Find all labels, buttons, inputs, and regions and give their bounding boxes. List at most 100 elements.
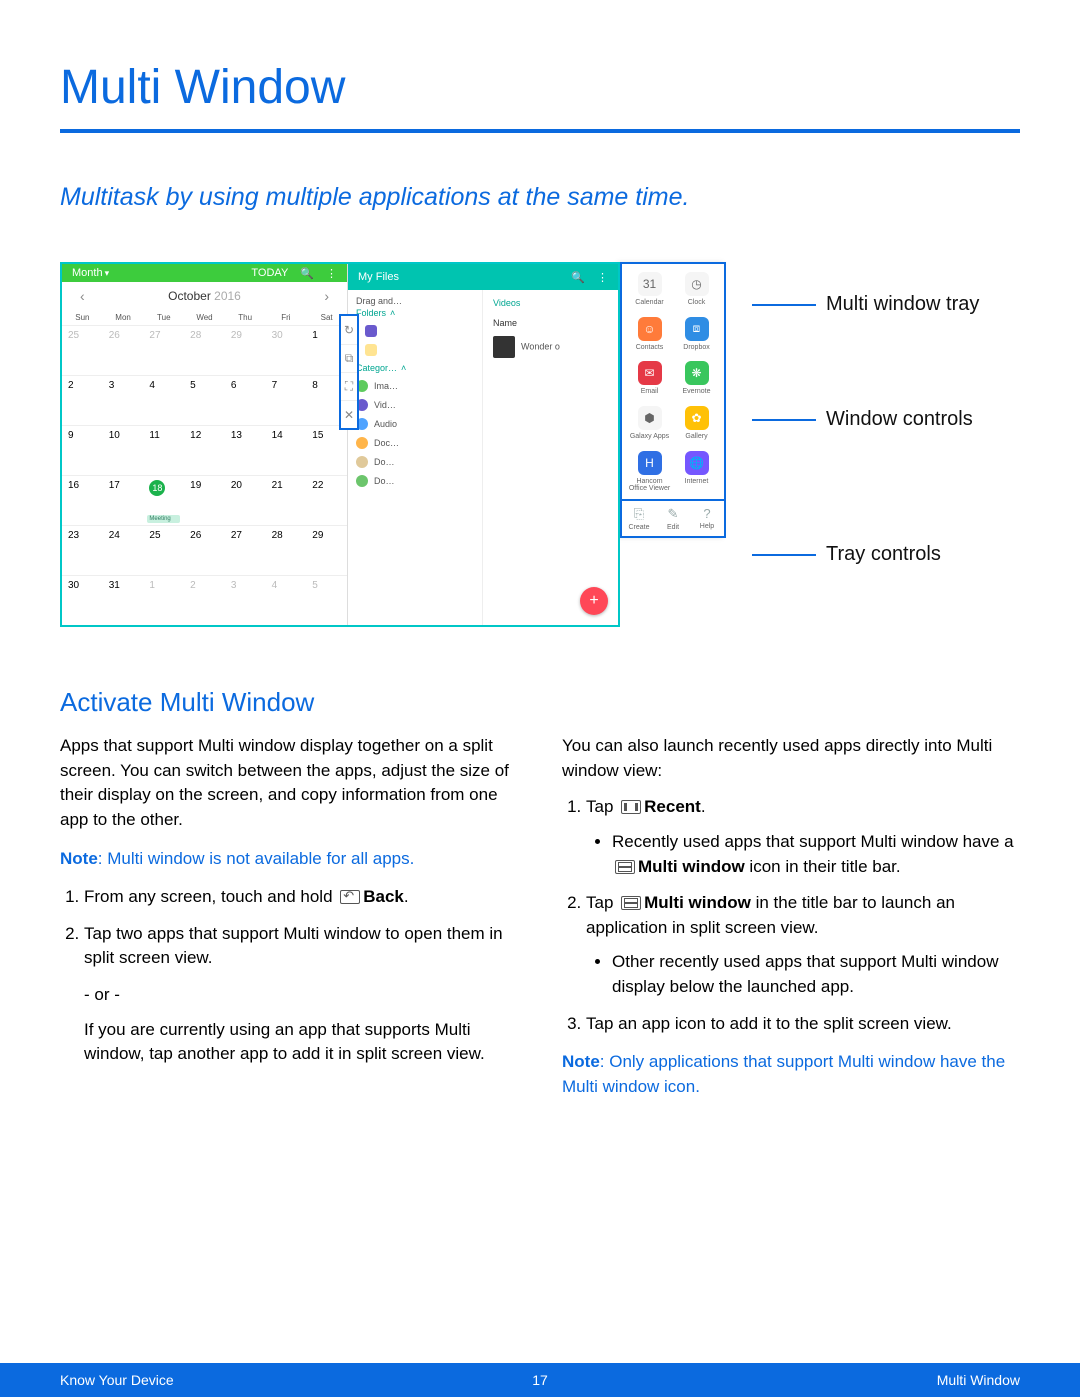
calendar-day-cell[interactable]: 23 [62, 525, 103, 575]
app-icon: ⬢ [638, 406, 662, 430]
files-pane: My Files 🔍 ⋮ Drag and… Folders ˄ › › [347, 264, 618, 625]
category-item[interactable]: Vid… [356, 399, 474, 411]
window-control-button[interactable]: ↻ [341, 316, 357, 344]
tray-app-calendar[interactable]: 31Calendar [628, 272, 671, 307]
files-sidebar: Drag and… Folders ˄ › › Categor… ˄ Ima… V… [348, 290, 483, 625]
calendar-event[interactable]: Meeting [147, 515, 180, 523]
calendar-day-cell[interactable]: 15 [306, 425, 347, 475]
more-icon[interactable]: ⋮ [326, 267, 337, 280]
window-controls: ↻⧉⛶✕ [339, 314, 359, 430]
calendar-day-cell[interactable]: 4 [143, 375, 184, 425]
app-label: Clock [688, 299, 706, 307]
calendar-day-cell[interactable]: 12 [184, 425, 225, 475]
tray-app-clock[interactable]: ◷Clock [675, 272, 718, 307]
calendar-day-cell[interactable]: 16 [62, 475, 103, 525]
calendar-day-cell[interactable]: 29 [225, 325, 266, 375]
category-item[interactable]: Do… [356, 475, 474, 487]
calendar-day-cell[interactable]: 31 [103, 575, 144, 625]
tray-app-contacts[interactable]: ☺Contacts [628, 317, 671, 352]
calendar-day-cell[interactable]: 30 [62, 575, 103, 625]
folder-item[interactable]: › [356, 325, 474, 337]
tray-app-email[interactable]: ✉Email [628, 361, 671, 396]
files-recent-header: Drag and… [356, 296, 474, 306]
calendar-day-cell[interactable]: 3 [225, 575, 266, 625]
app-icon: H [638, 451, 662, 475]
search-icon[interactable]: 🔍 [571, 271, 585, 284]
calendar-day-cell[interactable]: 1 [143, 575, 184, 625]
calendar-day-cell[interactable]: 13 [225, 425, 266, 475]
calendar-day-cell[interactable]: 14 [266, 425, 307, 475]
tray-control-help[interactable]: ?Help [690, 501, 724, 536]
folder-item[interactable]: › [356, 344, 474, 356]
search-icon[interactable]: 🔍 [300, 267, 314, 280]
files-categories-toggle[interactable]: Categor… ˄ [356, 363, 474, 373]
calendar-day-cell[interactable]: 10 [103, 425, 144, 475]
or-text: - or - [84, 983, 518, 1008]
calendar-day-cell[interactable]: 18Meeting [143, 475, 184, 525]
tray-app-evernote[interactable]: ❋Evernote [675, 361, 718, 396]
more-icon[interactable]: ⋮ [597, 271, 608, 284]
app-label: Evernote [682, 388, 710, 396]
figure: Month TODAY 🔍 ⋮ ‹ October 2016 › SunMon [60, 262, 1020, 627]
calendar-day-cell[interactable]: 29 [306, 525, 347, 575]
calendar-day-cell[interactable]: 4 [266, 575, 307, 625]
tray-control-label: Edit [667, 524, 679, 531]
calendar-day-cell[interactable]: 3 [103, 375, 144, 425]
next-month-button[interactable]: › [324, 288, 329, 304]
category-item[interactable]: Audio [356, 418, 474, 430]
calendar-day-cell[interactable]: 19 [184, 475, 225, 525]
calendar-day-cell[interactable]: 25 [143, 525, 184, 575]
footer-page-number: 17 [532, 1372, 548, 1388]
tray-controls: ⎘Create ✎ Edit ?Help [620, 499, 726, 538]
calendar-add-button[interactable]: + [580, 587, 608, 615]
tray-app-internet[interactable]: 🌐Internet [675, 451, 718, 493]
window-control-button[interactable]: ⛶ [341, 372, 357, 400]
edit-icon: ✎ [668, 506, 679, 522]
calendar-day-cell[interactable]: 9 [62, 425, 103, 475]
app-icon: ✿ [685, 406, 709, 430]
calendar-day-cell[interactable]: 6 [225, 375, 266, 425]
prev-month-button[interactable]: ‹ [80, 288, 85, 304]
calendar-view-selector[interactable]: Month [72, 267, 109, 279]
multi-window-icon [615, 860, 635, 874]
calendar-day-cell[interactable]: 24 [103, 525, 144, 575]
tray-control-create[interactable]: ⎘Create [622, 501, 656, 536]
tray-app-hancom-office-viewer[interactable]: HHancom Office Viewer [628, 451, 671, 493]
category-item[interactable]: Ima… [356, 380, 474, 392]
files-folders-toggle[interactable]: Folders ˄ [356, 308, 474, 318]
title-rule [60, 129, 1020, 133]
category-item[interactable]: Doc… [356, 437, 474, 449]
callout-tray-controls: Tray controls [826, 542, 941, 567]
calendar-day-cell[interactable]: 27 [225, 525, 266, 575]
calendar-day-cell[interactable]: 5 [184, 375, 225, 425]
calendar-day-cell[interactable]: 11 [143, 425, 184, 475]
tray-app-galaxy-apps[interactable]: ⬢Galaxy Apps [628, 406, 671, 441]
tray-app-gallery[interactable]: ✿Gallery [675, 406, 718, 441]
calendar-today-button[interactable]: TODAY [251, 267, 288, 279]
help-icon: ? [703, 506, 710, 521]
calendar-day-cell[interactable]: 27 [143, 325, 184, 375]
calendar-day-cell[interactable]: 26 [103, 325, 144, 375]
calendar-day-cell[interactable]: 20 [225, 475, 266, 525]
calendar-day-cell[interactable]: 21 [266, 475, 307, 525]
tablet-screenshot: Month TODAY 🔍 ⋮ ‹ October 2016 › SunMon [60, 262, 620, 627]
tray-control-edit[interactable]: ✎ Edit [656, 501, 690, 536]
callouts: Multi window tray Window controls Tray c… [752, 282, 979, 567]
calendar-day-cell[interactable]: 26 [184, 525, 225, 575]
calendar-day-cell[interactable]: 7 [266, 375, 307, 425]
calendar-day-cell[interactable]: 17 [103, 475, 144, 525]
window-control-button[interactable]: ✕ [341, 400, 357, 428]
page-lead: Multitask by using multiple applications… [60, 183, 1020, 212]
calendar-day-cell[interactable]: 5 [306, 575, 347, 625]
file-item[interactable]: Wonder o [493, 336, 608, 358]
calendar-day-cell[interactable]: 22 [306, 475, 347, 525]
calendar-day-cell[interactable]: 30 [266, 325, 307, 375]
calendar-day-cell[interactable]: 28 [184, 325, 225, 375]
calendar-day-cell[interactable]: 2 [62, 375, 103, 425]
category-item[interactable]: Do… [356, 456, 474, 468]
calendar-day-cell[interactable]: 25 [62, 325, 103, 375]
tray-app-dropbox[interactable]: ⧈Dropbox [675, 317, 718, 352]
calendar-day-cell[interactable]: 2 [184, 575, 225, 625]
calendar-day-cell[interactable]: 28 [266, 525, 307, 575]
window-control-button[interactable]: ⧉ [341, 344, 357, 372]
